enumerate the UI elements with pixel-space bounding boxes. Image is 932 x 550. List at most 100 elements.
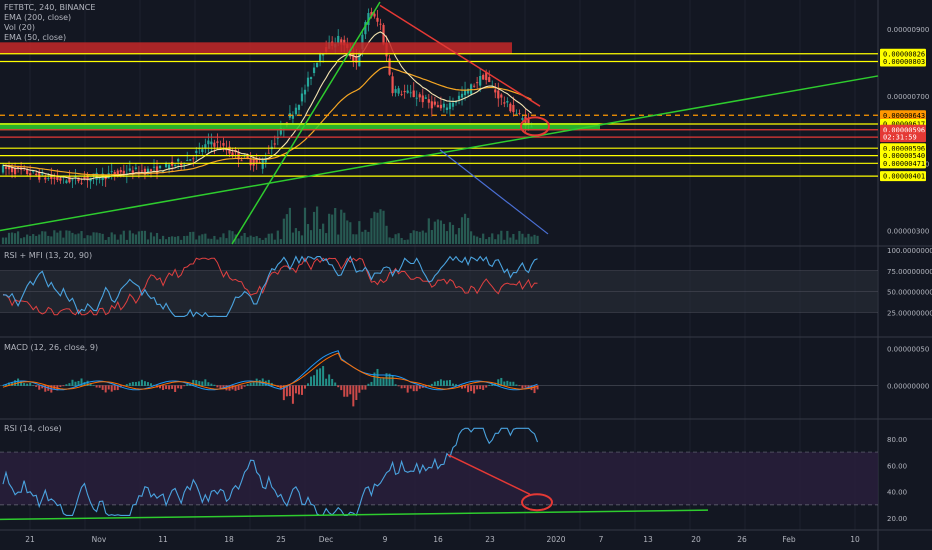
macd-legend: MACD (12, 26, close, 9) [4,343,98,353]
macd-histogram-bar [479,385,482,390]
volume-bar [204,233,207,244]
macd-histogram-bar [26,383,29,386]
candle-body [463,89,467,96]
macd-histogram-bar [128,382,131,386]
volume-bar [264,237,267,244]
volume-bar [74,234,77,244]
candle-body [240,160,243,162]
macd-histogram-bar [448,380,451,386]
volume-bar [53,230,56,244]
macd-histogram-bar [397,385,400,387]
volume-bar [71,232,74,244]
volume-bar [213,235,216,244]
volume-bar [50,236,53,244]
volume-bar [252,236,255,244]
candle-body [186,160,189,161]
macd-histogram-bar [515,384,518,386]
macd-histogram-bar [140,379,143,386]
candle-body [312,67,316,74]
symbol-label[interactable]: FETBTC, 240, BINANCE [4,3,95,13]
macd-histogram-bar [68,383,71,386]
candle-body [500,94,503,98]
macd-histogram-bar [110,385,113,392]
vol-label[interactable]: Vol (20) [4,23,95,33]
macd-histogram-bar [177,385,180,389]
candle-body [415,97,418,99]
volume-bar [355,234,358,244]
volume-bar [536,235,539,244]
volume-bar [340,209,343,244]
volume-bar [189,231,192,244]
ema50-label[interactable]: EMA (50, close) [4,33,95,43]
volume-bar [23,237,26,244]
trading-chart[interactable]: 0.000009000.000007000.000005000.00000300… [0,0,932,550]
macd-histogram-bar [415,385,418,392]
macd-histogram-bar [358,385,361,393]
macd-histogram-bar [168,385,171,390]
price-badge: 0.00000803 [880,56,926,67]
axis-tick-label: 40.00 [887,489,907,497]
macd-histogram-bar [23,383,26,386]
macd-histogram-bar [445,380,448,386]
volume-bar [10,232,14,244]
volume-bar [300,235,304,244]
candle-body [174,164,177,166]
candle-body [53,177,56,179]
volume-bar [394,234,397,244]
candle-body [430,101,433,109]
volume-bar [409,233,412,244]
volume-bar [403,239,406,244]
macd-histogram-bar [521,385,524,389]
macd-histogram-bar [379,378,382,386]
volume-bar [20,238,23,244]
time-tick-label: 18 [224,535,234,544]
volume-bar [334,208,337,244]
volume-bar [164,239,168,244]
candle-body [32,171,35,172]
candle-body [44,177,47,180]
macd-label[interactable]: MACD (12, 26, close, 9) [4,343,98,353]
ema200-label[interactable]: EMA (200, close) [4,13,95,23]
macd-histogram-bar [476,385,479,390]
candle-body [412,90,415,98]
candle-body [394,89,397,93]
rsimfi-label[interactable]: RSI + MFI (13, 20, 90) [4,251,92,261]
candle-body [213,142,216,147]
volume-bar [192,231,195,244]
volume-bar [322,223,325,244]
candle-body [379,23,382,25]
candle-body [403,91,406,93]
red-resistance-zone [0,42,512,54]
volume-bar [358,221,361,244]
volume-bar [249,235,252,244]
macd-histogram-bar [391,375,394,386]
volume-bar [485,239,488,244]
volume-bar [137,231,140,244]
time-tick-label: 10 [850,535,860,544]
volume-bar [421,230,424,244]
macd-histogram-bar [249,382,252,386]
candle-body [65,180,68,184]
volume-bar [418,231,421,244]
volume-bar [149,232,153,244]
volume-bar [216,239,219,244]
macd-histogram-bar [485,385,488,388]
macd-histogram-bar [325,378,328,386]
macd-histogram-bar [92,385,95,386]
candle-body [204,144,207,148]
macd-histogram-bar [310,376,313,386]
volume-bar [4,237,8,244]
rsi-label[interactable]: RSI (14, close) [4,424,62,434]
macd-histogram-bar [512,381,515,386]
candle-body [300,93,304,102]
candle-body [497,90,500,99]
volume-bar [494,239,497,244]
candle-body [521,118,524,120]
volume-bar [158,239,162,244]
volume-bar [125,239,128,244]
volume-bar [116,239,119,244]
time-tick-label: 7 [599,535,604,544]
volume-bar [47,235,50,244]
macd-histogram-bar [107,385,110,390]
macd-histogram-bar [316,369,319,386]
